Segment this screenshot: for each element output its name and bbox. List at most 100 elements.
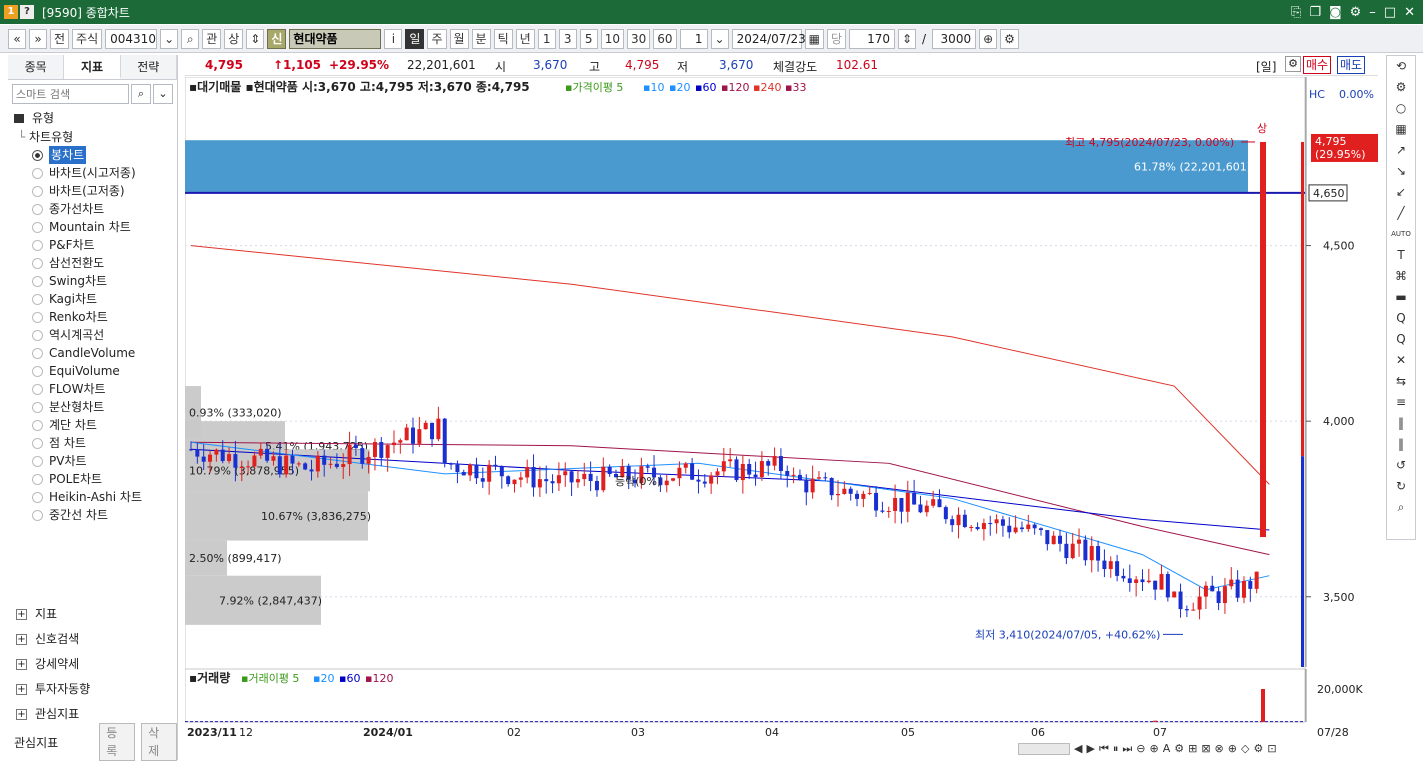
tool-icon-0[interactable]: ⟲	[1387, 56, 1415, 77]
control-icon-4[interactable]: ⏭	[1122, 742, 1132, 756]
settings-icon[interactable]: ⚙	[1350, 5, 1362, 20]
radio-icon[interactable]	[32, 437, 43, 449]
tool-icon-2[interactable]: ○	[1387, 98, 1415, 119]
price-chart[interactable]: ▪대기매물 ▪현대약품 시:3,670 고:4,795 저:3,670 종:4,…	[185, 77, 1378, 740]
tool-icon-19[interactable]: ↺	[1387, 455, 1415, 476]
radio-icon[interactable]	[32, 275, 43, 287]
control-icon-6[interactable]: ⊕	[1149, 742, 1158, 756]
buy-button[interactable]: 매수	[1303, 56, 1332, 74]
control-icon-0[interactable]: ◀	[1074, 742, 1082, 756]
chart-type-item[interactable]: 분산형차트	[8, 398, 177, 416]
control-icon-3[interactable]: ⏸	[1113, 742, 1119, 756]
chart-type-item[interactable]: CandleVolume	[8, 344, 177, 362]
tool-icon-21[interactable]: ⌕	[1387, 497, 1415, 518]
copy-icon[interactable]: ❐	[1309, 5, 1321, 20]
smart-search-input[interactable]	[12, 84, 129, 104]
radio-icon[interactable]	[32, 419, 43, 431]
radio-icon[interactable]	[32, 401, 43, 413]
max-input[interactable]: 3000	[932, 28, 977, 49]
radio-icon[interactable]	[32, 509, 43, 521]
num-10[interactable]: 10	[600, 28, 624, 49]
tool-icon-3[interactable]: ▦	[1387, 119, 1415, 140]
stepper-icon[interactable]: ⇕	[246, 28, 265, 49]
tool-icon-16[interactable]: ≡	[1387, 392, 1415, 413]
period-month[interactable]: 월	[449, 28, 469, 49]
tool-icon-20[interactable]: ↻	[1387, 476, 1415, 497]
control-icon-14[interactable]: ⚙	[1253, 742, 1263, 756]
chart-type-item[interactable]: PV차트	[8, 452, 177, 470]
tool-icon-18[interactable]: ‖	[1387, 434, 1415, 455]
tool-icon-5[interactable]: ↘	[1387, 161, 1415, 182]
tool-icon-17[interactable]: ‖	[1387, 413, 1415, 434]
control-icon-1[interactable]: ▶	[1086, 742, 1094, 756]
chevron-down-icon[interactable]: ⌄	[153, 84, 173, 104]
tool-icon-9[interactable]: T	[1387, 245, 1415, 266]
control-icon-12[interactable]: ⊕	[1228, 742, 1237, 756]
tool-icon-11[interactable]: ▬	[1387, 287, 1415, 308]
chart-type-item[interactable]: Mountain 차트	[8, 218, 177, 236]
num-5[interactable]: 5	[579, 28, 598, 49]
gwan-button[interactable]: 관	[202, 28, 222, 49]
nav-prev-button[interactable]: «	[8, 28, 26, 49]
stepper-icon[interactable]: ⇕	[897, 28, 917, 49]
radio-icon[interactable]	[32, 311, 43, 323]
tool-icon-13[interactable]: Q	[1387, 329, 1415, 350]
radio-icon[interactable]	[32, 257, 43, 269]
group-strength[interactable]: + 강세약세	[8, 652, 177, 677]
radio-icon[interactable]	[32, 149, 43, 161]
close-icon[interactable]: ✕	[1404, 5, 1415, 20]
chart-type-item[interactable]: 중간선 차트	[8, 506, 177, 524]
radio-icon[interactable]	[32, 293, 43, 305]
chart-type-item[interactable]: 바차트(시고저종)	[8, 164, 177, 182]
tool-icon-10[interactable]: ⌘	[1387, 266, 1415, 287]
chart-type-item[interactable]: Swing차트	[8, 272, 177, 290]
control-icon-10[interactable]: ⊠	[1201, 742, 1210, 756]
radio-icon[interactable]	[32, 221, 43, 233]
gear-icon[interactable]: ⚙	[1000, 28, 1019, 49]
control-icon-9[interactable]: ⊞	[1188, 742, 1197, 756]
period-day[interactable]: 일	[405, 28, 425, 49]
radio-icon[interactable]	[32, 203, 43, 215]
num-30[interactable]: 30	[626, 28, 651, 49]
chart-type-item[interactable]: POLE차트	[8, 470, 177, 488]
radio-icon[interactable]	[32, 383, 43, 395]
search-icon[interactable]: ⌕	[131, 84, 151, 104]
control-icon-7[interactable]: A	[1163, 742, 1171, 756]
num-1[interactable]: 1	[537, 28, 556, 49]
num-60[interactable]: 60	[653, 28, 677, 49]
chevron-down-icon[interactable]: ⌄	[710, 28, 729, 49]
zoom-in-icon[interactable]: ⊕	[979, 28, 998, 49]
chart-type-item[interactable]: P&F차트	[8, 236, 177, 254]
subgroup-chart-type[interactable]: └ 차트유형	[8, 128, 177, 146]
maximize-icon[interactable]: □	[1384, 5, 1396, 20]
radio-icon[interactable]	[32, 491, 43, 503]
control-icon-15[interactable]: ⊡	[1267, 742, 1276, 756]
sell-button[interactable]: 매도	[1337, 56, 1366, 74]
tab-strategy[interactable]: 전략	[120, 55, 177, 79]
radio-icon[interactable]	[32, 347, 43, 359]
camera-icon[interactable]: ◙	[1329, 5, 1342, 20]
chart-type-item[interactable]: 점 차트	[8, 434, 177, 452]
date-input[interactable]: 2024/07/23	[731, 28, 806, 49]
minimize-icon[interactable]: –	[1369, 5, 1376, 20]
chart-type-item[interactable]: 계단 차트	[8, 416, 177, 434]
scrollbar-thumb[interactable]	[1018, 743, 1070, 755]
radio-icon[interactable]	[32, 455, 43, 467]
prev-button[interactable]: 전	[50, 28, 70, 49]
search-icon[interactable]: ⌕	[181, 28, 200, 49]
chart-type-item[interactable]: 봉차트	[8, 146, 177, 164]
chart-type-item[interactable]: Kagi차트	[8, 290, 177, 308]
register-button[interactable]: 등록	[99, 723, 136, 761]
market-select[interactable]: 주식	[72, 28, 103, 49]
chart-type-item[interactable]: Renko차트	[8, 308, 177, 326]
control-icon-13[interactable]: ◇	[1241, 742, 1249, 756]
nav-next-button[interactable]: »	[29, 28, 47, 49]
tool-icon-6[interactable]: ↙	[1387, 182, 1415, 203]
radio-icon[interactable]	[32, 167, 43, 179]
chart-type-item[interactable]: FLOW차트	[8, 380, 177, 398]
group-indicator[interactable]: + 지표	[8, 602, 177, 627]
control-icon-5[interactable]: ⊖	[1136, 742, 1145, 756]
gear-icon[interactable]: ⚙	[1285, 56, 1301, 72]
tool-icon-14[interactable]: ✕	[1387, 350, 1415, 371]
chart-type-item[interactable]: 종가선차트	[8, 200, 177, 218]
